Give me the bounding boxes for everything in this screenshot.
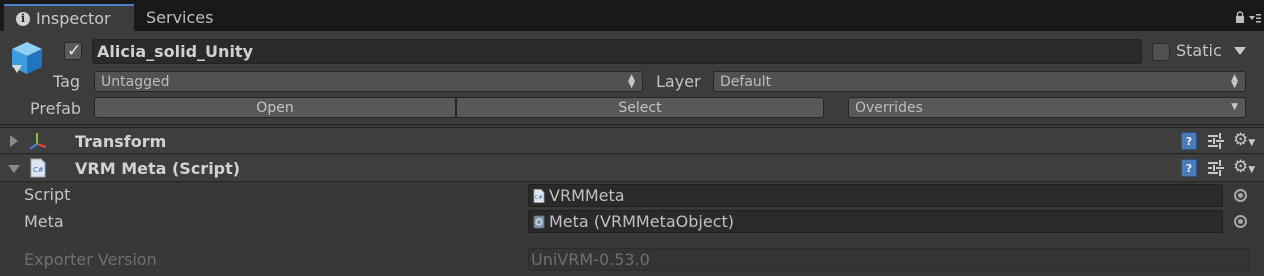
info-icon: i bbox=[16, 11, 30, 26]
scriptable-object-icon bbox=[533, 215, 545, 228]
tab-inspector[interactable]: i Inspector bbox=[4, 4, 134, 31]
lock-icon[interactable] bbox=[1235, 11, 1245, 23]
tag-dropdown[interactable]: Untagged ▲ ▼ bbox=[94, 71, 643, 92]
tab-bar: i Inspector Services bbox=[0, 0, 1264, 31]
static-label: Static bbox=[1176, 41, 1222, 60]
static-dropdown-icon[interactable] bbox=[1234, 47, 1246, 55]
meta-object-field[interactable]: Meta (VRMMetaObject) bbox=[528, 210, 1223, 233]
preset-icon[interactable] bbox=[1207, 159, 1225, 177]
object-name-input[interactable]: Alicia_solid_Unity bbox=[92, 39, 1142, 64]
component-header-vrm-meta[interactable]: C# VRM Meta (Script) ? ⚙▼ bbox=[0, 155, 1264, 182]
prefab-overrides-label: Overrides bbox=[855, 99, 923, 116]
static-checkbox[interactable] bbox=[1152, 43, 1170, 61]
gameobject-header: ✓ Alicia_solid_Unity Static Tag Untagged… bbox=[0, 31, 1264, 125]
tab-inspector-label: Inspector bbox=[36, 9, 111, 28]
csharp-script-icon: C# bbox=[30, 158, 46, 178]
gear-icon[interactable]: ⚙▼ bbox=[1233, 131, 1255, 151]
prefab-select-button[interactable]: Select bbox=[456, 97, 824, 118]
prefab-overrides-dropdown[interactable]: Overrides ▼ bbox=[848, 97, 1246, 118]
csharp-script-icon: C# bbox=[533, 188, 545, 203]
vrm-meta-properties: Script C# VRMMeta Meta Meta (VRMMetaObje… bbox=[0, 183, 1264, 276]
layer-label: Layer bbox=[656, 72, 701, 91]
tab-services-label: Services bbox=[146, 8, 214, 27]
help-icon[interactable]: ? bbox=[1181, 159, 1197, 177]
foldout-collapsed-icon[interactable] bbox=[10, 135, 18, 147]
tab-services[interactable]: Services bbox=[136, 4, 223, 31]
prefab-select-label: Select bbox=[618, 99, 662, 116]
dropdown-updown-icon: ▲ ▼ bbox=[1231, 73, 1238, 90]
gameobject-cube-icon[interactable] bbox=[10, 40, 44, 76]
tag-value: Untagged bbox=[101, 73, 170, 90]
transform-icon bbox=[29, 133, 47, 150]
script-object-field[interactable]: C# VRMMeta bbox=[528, 184, 1223, 207]
foldout-expanded-icon[interactable] bbox=[8, 165, 20, 173]
layer-value: Default bbox=[720, 73, 772, 90]
component-header-transform[interactable]: Transform ? ⚙▼ bbox=[0, 127, 1264, 154]
layer-dropdown[interactable]: Default ▲ ▼ bbox=[713, 71, 1246, 92]
svg-text:C#: C# bbox=[535, 195, 543, 201]
preset-icon[interactable] bbox=[1207, 132, 1225, 150]
object-name-value: Alicia_solid_Unity bbox=[97, 42, 253, 61]
tab-menu-icon[interactable] bbox=[1249, 13, 1261, 23]
meta-label: Meta bbox=[24, 212, 64, 231]
help-icon[interactable]: ? bbox=[1181, 132, 1197, 150]
svg-text:C#: C# bbox=[33, 166, 44, 174]
component-title: VRM Meta (Script) bbox=[75, 159, 241, 178]
object-picker-icon[interactable] bbox=[1234, 215, 1247, 228]
dropdown-updown-icon: ▲ ▼ bbox=[628, 73, 635, 90]
tag-label: Tag bbox=[53, 72, 81, 91]
exporter-version-field: UniVRM-0.53.0 bbox=[528, 248, 1250, 271]
prefab-open-label: Open bbox=[256, 99, 294, 116]
prefab-open-button[interactable]: Open bbox=[94, 97, 456, 118]
active-toggle-checkbox[interactable]: ✓ bbox=[64, 41, 82, 61]
exporter-version-label: Exporter Version bbox=[24, 250, 157, 269]
prefab-label: Prefab bbox=[30, 99, 82, 118]
script-label: Script bbox=[24, 185, 71, 204]
gear-icon[interactable]: ⚙▼ bbox=[1233, 158, 1255, 178]
object-picker-icon[interactable] bbox=[1234, 189, 1247, 202]
component-title: Transform bbox=[75, 132, 167, 151]
chevron-down-icon: ▼ bbox=[1231, 102, 1238, 112]
meta-value: Meta (VRMMetaObject) bbox=[549, 212, 734, 231]
exporter-version-value: UniVRM-0.53.0 bbox=[531, 250, 650, 269]
checkmark-icon: ✓ bbox=[67, 41, 82, 61]
script-value: VRMMeta bbox=[549, 186, 625, 205]
